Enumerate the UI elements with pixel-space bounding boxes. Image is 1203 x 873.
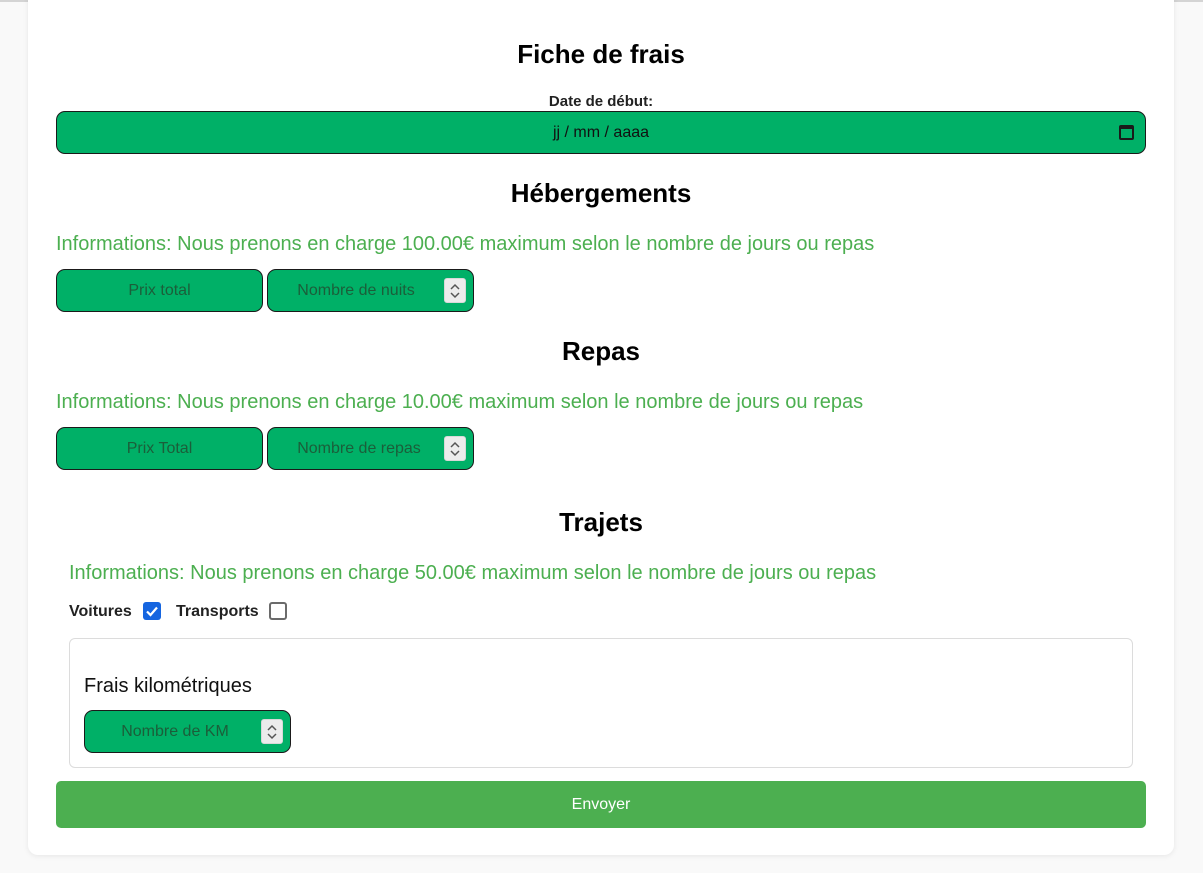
spinner-icon[interactable] — [444, 278, 466, 303]
km-input[interactable]: Nombre de KM — [84, 710, 291, 753]
date-label: Date de début: — [548, 93, 654, 110]
envoyer-button[interactable]: Envoyer — [56, 781, 1146, 828]
km-placeholder: Nombre de KM — [121, 723, 229, 740]
spinner-icon[interactable] — [261, 719, 283, 744]
date-input[interactable]: jj / mm / aaaa — [56, 111, 1146, 154]
hebergement-nights-placeholder: Nombre de nuits — [297, 282, 415, 299]
hebergement-nights-input[interactable]: Nombre de nuits — [267, 269, 474, 312]
repas-heading: Repas — [561, 336, 641, 366]
trajets-info: Informations: Nous prenons en charge 50.… — [69, 562, 877, 584]
calendar-icon[interactable] — [1119, 125, 1134, 140]
repas-price-placeholder: Prix Total — [126, 440, 193, 457]
repas-count-input[interactable]: Nombre de repas — [267, 427, 474, 470]
voitures-label: Voitures — [69, 603, 132, 620]
hebergement-price-input[interactable]: Prix total — [56, 269, 263, 312]
hebergements-info: Informations: Nous prenons en charge 100… — [56, 233, 875, 255]
transports-checkbox[interactable] — [269, 602, 287, 620]
date-placeholder: jj / mm / aaaa — [552, 124, 650, 141]
repas-price-input[interactable]: Prix Total — [56, 427, 263, 470]
transports-label: Transports — [176, 603, 259, 620]
hebergement-price-placeholder: Prix total — [128, 282, 191, 299]
page-title: Fiche de frais — [517, 39, 685, 69]
voitures-checkbox[interactable] — [143, 602, 161, 620]
repas-info: Informations: Nous prenons en charge 10.… — [56, 391, 864, 413]
frais-kilometriques-title: Frais kilométriques — [84, 675, 252, 697]
trajets-heading: Trajets — [559, 507, 643, 537]
spinner-icon[interactable] — [444, 436, 466, 461]
hebergements-heading: Hébergements — [510, 178, 692, 208]
repas-count-placeholder: Nombre de repas — [297, 440, 421, 457]
check-icon — [146, 606, 158, 617]
